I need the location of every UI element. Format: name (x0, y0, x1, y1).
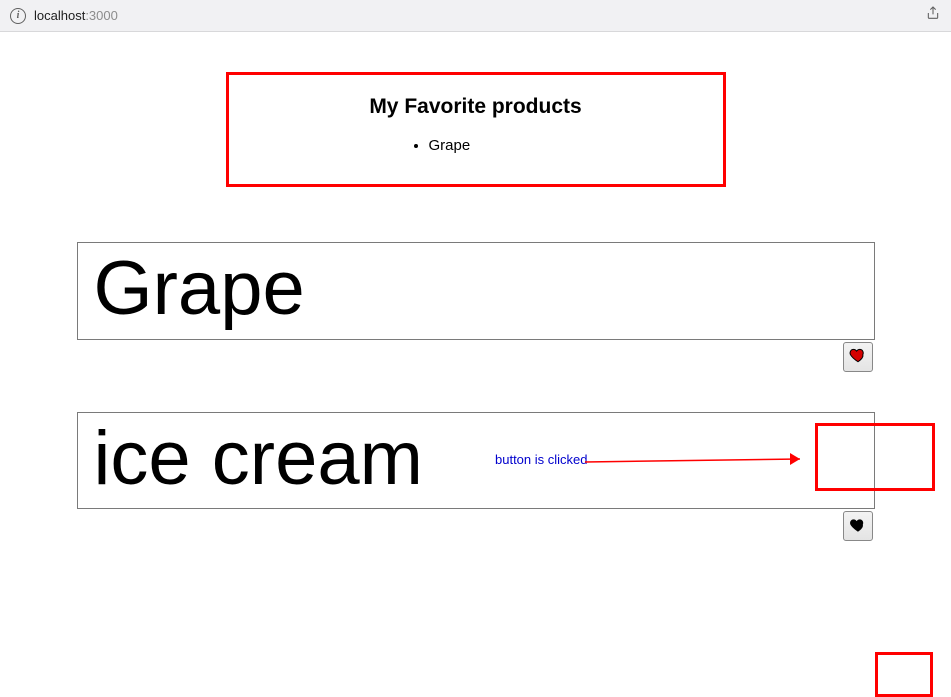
url-section: i localhost:3000 (10, 8, 118, 24)
favorites-panel: My Favorite products Grape (226, 72, 726, 187)
heart-icon (849, 516, 867, 537)
heart-icon (849, 346, 867, 367)
product-name: ice cream (94, 417, 858, 501)
url-port: :3000 (85, 8, 118, 23)
browser-address-bar: i localhost:3000 (0, 0, 951, 32)
share-icon[interactable] (925, 5, 941, 26)
product-card: ice cream (77, 412, 875, 510)
product-card: Grape (77, 242, 875, 340)
favorites-list: Grape (249, 137, 703, 154)
product-area-grape: Grape (77, 242, 875, 372)
product-area-icecream: ice cream (77, 412, 875, 542)
info-icon[interactable]: i (10, 8, 26, 24)
favorites-list-item: Grape (429, 137, 703, 154)
annotation-box (875, 652, 933, 697)
favorite-button[interactable] (843, 511, 873, 541)
url-text[interactable]: localhost:3000 (34, 8, 118, 23)
favorites-title: My Favorite products (249, 95, 703, 119)
url-host: localhost (34, 8, 85, 23)
annotation-label: button is clicked (495, 452, 588, 467)
product-name: Grape (94, 247, 858, 331)
favorite-button[interactable] (843, 342, 873, 372)
